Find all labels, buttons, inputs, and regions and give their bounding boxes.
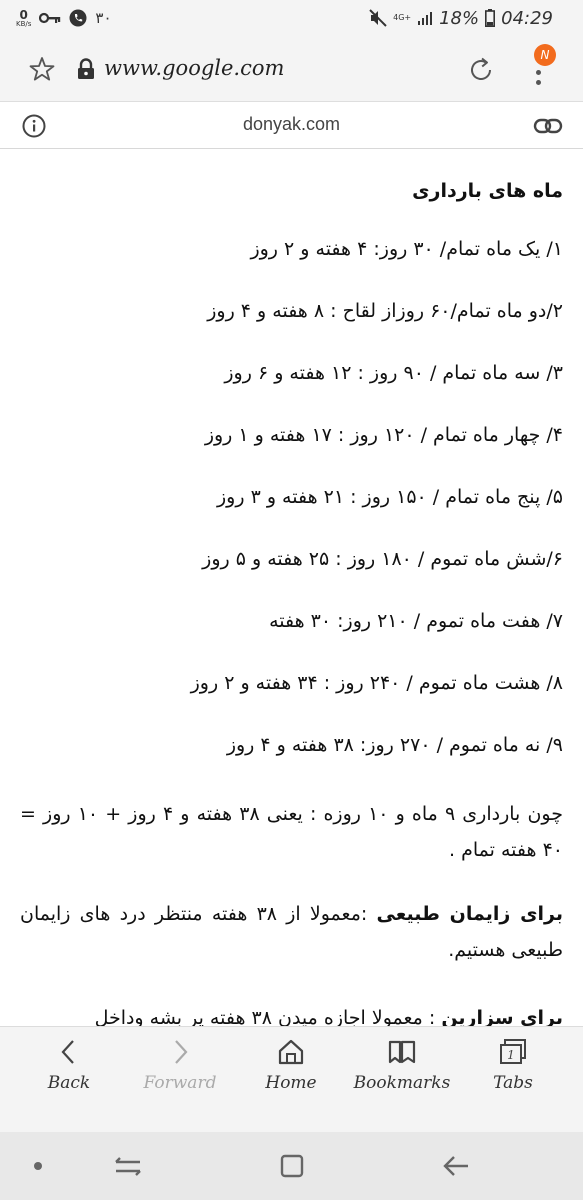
star-icon[interactable] bbox=[28, 55, 56, 83]
back-nav-icon[interactable] bbox=[440, 1150, 472, 1182]
page-content[interactable]: ماه های بارداری ۱/ یک ماه تمام/ ۳۰ روز: … bbox=[0, 150, 583, 1026]
battery-icon bbox=[485, 9, 496, 27]
status-right: 4G+ 18% 04:29 bbox=[369, 6, 553, 30]
net-speed: 0 KB/s bbox=[16, 9, 31, 28]
phone-icon bbox=[69, 9, 87, 27]
bookmarks-button[interactable]: Bookmarks bbox=[347, 1037, 457, 1127]
signal-icon bbox=[418, 12, 433, 25]
reload-icon[interactable] bbox=[466, 55, 496, 85]
forward-label: Forward bbox=[143, 1073, 217, 1093]
battery-percent: 18% bbox=[439, 7, 480, 29]
recents-icon[interactable] bbox=[112, 1150, 144, 1182]
notification-badge: N bbox=[534, 44, 556, 66]
mute-icon bbox=[369, 9, 387, 27]
cesarean-label: برای سزارین bbox=[441, 1007, 563, 1026]
chevron-left-icon bbox=[61, 1040, 74, 1064]
site-info-bar: donyak.com bbox=[0, 102, 583, 149]
month-line-6: ۶/شش ماه تموم / ۱۸۰ روز : ۲۵ هفته و ۵ رو… bbox=[202, 548, 563, 570]
key-icon bbox=[39, 12, 61, 24]
network-type: 4G+ bbox=[393, 13, 412, 22]
dot-icon[interactable] bbox=[22, 1150, 54, 1182]
system-nav-bar bbox=[0, 1132, 583, 1200]
month-line-4: ۴/ چهار ماه تمام / ۱۲۰ روز : ۱۷ هفته و ۱… bbox=[204, 424, 563, 446]
month-line-7: ۷/ هفت ماه تموم / ۲۱۰ روز: ۳۰ هفته bbox=[269, 610, 563, 632]
summary-paragraph: چون بارداری ۹ ماه و ۱۰ روزه : یعنی ۳۸ هف… bbox=[20, 803, 563, 861]
url-bar: www.google.com N bbox=[0, 36, 583, 102]
home-icon bbox=[278, 1039, 304, 1065]
month-line-8: ۸/ هشت ماه تموم / ۲۴۰ روز : ۳۴ هفته و ۲ … bbox=[190, 672, 563, 694]
bookmarks-label: Bookmarks bbox=[353, 1073, 451, 1093]
month-line-1: ۱/ یک ماه تمام/ ۳۰ روز: ۴ هفته و ۲ روز bbox=[250, 238, 563, 260]
cesarean-text: : معمولا اجازه میدن ۳۸ هفته پر بشه وداخل bbox=[94, 1007, 442, 1026]
more-menu-button[interactable]: N bbox=[526, 44, 560, 100]
home-label: Home bbox=[265, 1073, 317, 1093]
net-speed-unit: KB/s bbox=[16, 19, 32, 28]
tabs-label: Tabs bbox=[493, 1073, 533, 1093]
month-line-2: ۲/دو ماه تمام/۶۰ روزاز لقاح : ۸ هفته و ۴… bbox=[207, 300, 563, 322]
tabs-button[interactable]: 1 Tabs bbox=[458, 1037, 568, 1127]
lock-icon bbox=[78, 58, 94, 79]
more-vert-icon bbox=[536, 70, 542, 90]
url-field[interactable]: www.google.com bbox=[104, 56, 284, 80]
natural-birth-label: برای زایمان طبیعی bbox=[376, 903, 564, 925]
home-nav-icon[interactable] bbox=[276, 1150, 308, 1182]
status-left: 0 KB/s ۳۰ bbox=[16, 6, 112, 30]
month-line-3: ۳/ سه ماه تمام / ۹۰ روز : ۱۲ هفته و ۶ رو… bbox=[224, 362, 563, 384]
cesarean-paragraph: برای سزارین : معمولا اجازه میدن ۳۸ هفته … bbox=[20, 1000, 563, 1026]
chevron-right-icon bbox=[175, 1040, 188, 1064]
net-speed-value: 0 bbox=[19, 7, 28, 22]
notification-count: ۳۰ bbox=[95, 9, 112, 27]
tabs-count: 1 bbox=[507, 1048, 515, 1062]
month-line-9: ۹/ نه ماه تموم / ۲۷۰ روز: ۳۸ هفته و ۴ رو… bbox=[226, 734, 563, 756]
bookmarks-icon bbox=[388, 1040, 416, 1064]
home-button[interactable]: Home bbox=[236, 1037, 346, 1127]
browser-toolbar: Back Forward Home Bookmarks 1 Tabs bbox=[0, 1026, 583, 1132]
natural-birth-paragraph: برای زایمان طبیعی :معمولا از ۳۸ هفته منت… bbox=[20, 896, 563, 968]
back-button[interactable]: Back bbox=[14, 1037, 124, 1127]
status-bar: 0 KB/s ۳۰ 4G+ 18% 04:29 bbox=[0, 0, 583, 36]
month-line-5: ۵/ پنج ماه تمام / ۱۵۰ روز : ۲۱ هفته و ۳ … bbox=[216, 486, 563, 508]
article-heading: ماه های بارداری bbox=[412, 180, 563, 202]
clock: 04:29 bbox=[501, 7, 553, 29]
site-domain: donyak.com bbox=[242, 114, 341, 134]
forward-button[interactable]: Forward bbox=[125, 1037, 235, 1127]
back-label: Back bbox=[47, 1073, 91, 1093]
link-icon[interactable] bbox=[533, 114, 563, 138]
tabs-icon: 1 bbox=[500, 1039, 526, 1064]
